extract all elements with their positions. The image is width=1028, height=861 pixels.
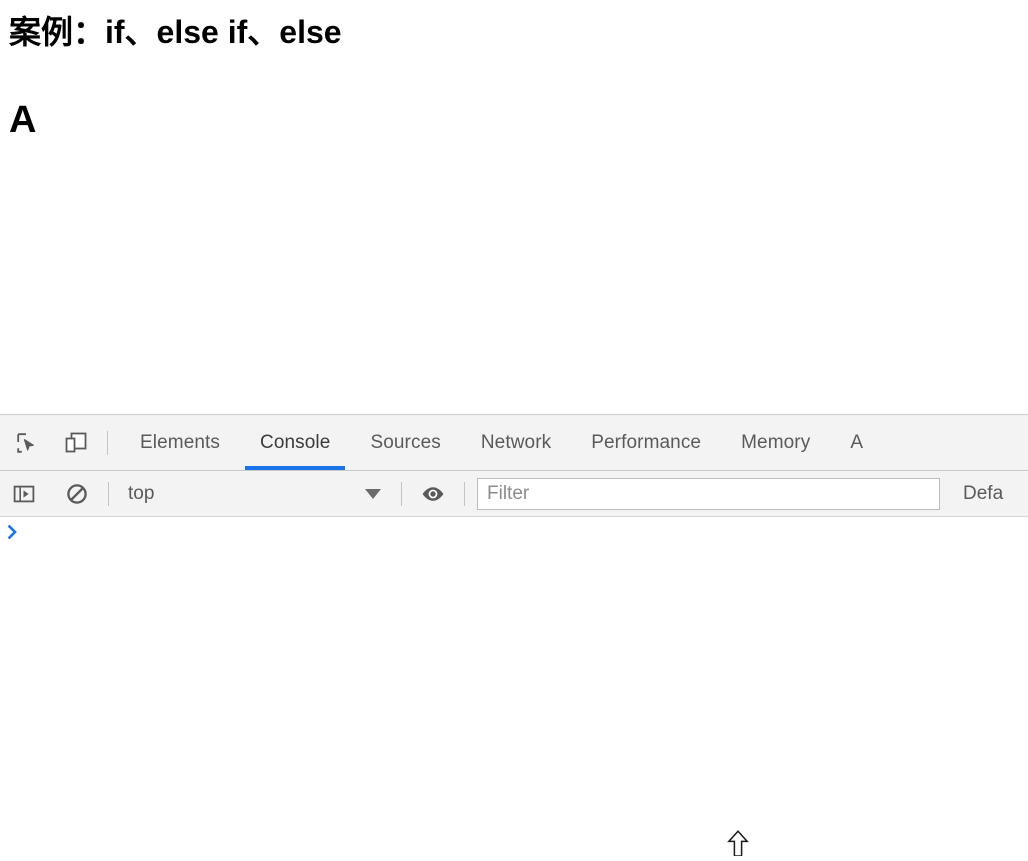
tab-elements[interactable]: Elements — [120, 415, 240, 470]
tab-sources[interactable]: Sources — [350, 415, 460, 470]
tab-performance[interactable]: Performance — [571, 415, 721, 470]
toolbar-divider — [108, 481, 109, 506]
console-context-label: top — [128, 482, 155, 504]
log-levels-label: Defa — [963, 482, 1004, 504]
tab-label: Sources — [370, 431, 441, 453]
tab-network[interactable]: Network — [461, 415, 571, 470]
console-toolbar: top Defa — [0, 471, 1028, 517]
page-title-heading: 案例：if、else if、else — [9, 14, 342, 50]
console-input[interactable] — [26, 524, 1028, 546]
console-prompt-row[interactable] — [0, 517, 1028, 550]
console-message-list — [0, 517, 1028, 855]
toolbar-divider — [401, 481, 402, 506]
page-output-heading: A — [9, 99, 37, 141]
tab-label: A — [850, 431, 864, 453]
chevron-right-icon — [7, 524, 17, 540]
console-prompt-chevron — [0, 524, 26, 540]
chevron-down-icon — [365, 488, 381, 499]
tab-memory[interactable]: Memory — [721, 415, 830, 470]
toolbar-divider — [464, 481, 465, 506]
clear-console-button[interactable] — [58, 475, 96, 513]
eye-icon — [422, 486, 444, 501]
page-viewport: 案例：if、else if、else A — [0, 0, 1028, 414]
console-filter-input[interactable] — [477, 477, 940, 510]
console-context-selector[interactable]: top — [121, 479, 389, 509]
device-toolbar-icon — [65, 432, 87, 452]
inspect-element-button[interactable] — [8, 424, 46, 462]
inspect-element-icon — [17, 432, 34, 453]
live-expression-button[interactable] — [414, 475, 452, 513]
clear-console-icon — [67, 483, 87, 504]
tab-label: Console — [260, 431, 331, 453]
console-log-levels-selector[interactable]: Defa — [963, 483, 1003, 505]
console-sidebar-toggle-button[interactable] — [5, 475, 43, 513]
tab-label: Memory — [741, 431, 811, 453]
tab-label: Performance — [591, 431, 702, 453]
devtools-panel: Elements Console Sources Network Perform… — [0, 414, 1028, 856]
console-sidebar-icon — [13, 485, 35, 502]
toolbar-divider — [107, 430, 108, 455]
device-toolbar-button[interactable] — [57, 424, 95, 462]
tab-label: Elements — [140, 431, 221, 453]
tab-application[interactable]: A — [830, 415, 883, 470]
tab-console[interactable]: Console — [240, 415, 350, 470]
tab-label: Network — [480, 431, 552, 453]
devtools-tab-list: Elements Console Sources Network Perform… — [120, 415, 1028, 470]
devtools-tabbar: Elements Console Sources Network Perform… — [0, 415, 1028, 471]
